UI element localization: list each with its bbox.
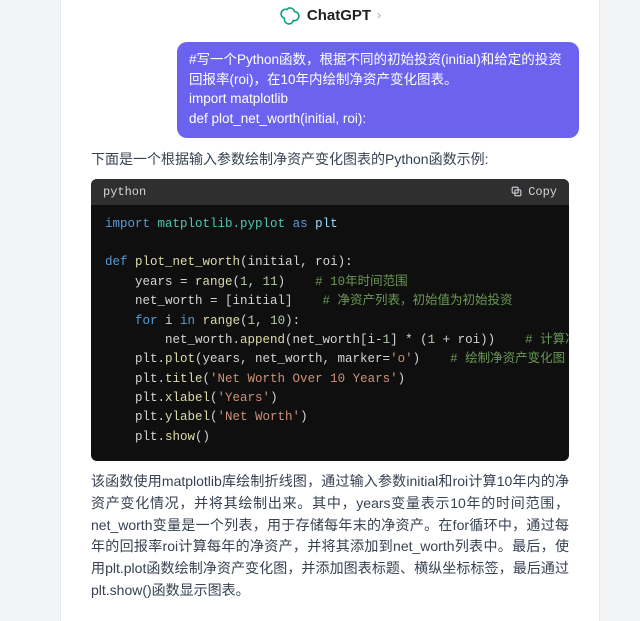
code-block: python Copy import matplotlib.pyplot as … — [91, 179, 569, 462]
chatgpt-logo-icon — [279, 4, 301, 26]
copy-button[interactable]: Copy — [510, 185, 557, 199]
chat-container: ChatGPT › #写一个Python函数，根据不同的初始投资(initial… — [60, 0, 600, 621]
user-message-line: #写一个Python函数，根据不同的初始投资(initial)和给定的投资回报率… — [189, 50, 567, 89]
user-message-bubble: #写一个Python函数，根据不同的初始投资(initial)和给定的投资回报率… — [177, 42, 579, 138]
copy-icon — [510, 185, 523, 198]
user-message-line: def plot_net_worth(initial, roi): — [189, 109, 567, 129]
code-block-header: python Copy — [91, 179, 569, 205]
assistant-intro-text: 下面是一个根据输入参数绘制净资产变化图表的Python函数示例: — [91, 148, 569, 170]
code-content[interactable]: import matplotlib.pyplot as plt def plot… — [91, 205, 569, 462]
copy-label: Copy — [528, 185, 557, 199]
assistant-explanation: 该函数使用matplotlib库绘制折线图，通过输入参数initial和roi计… — [91, 471, 569, 601]
code-language-label: python — [103, 185, 146, 199]
user-message-line: import matplotlib — [189, 89, 567, 109]
model-title: ChatGPT — [307, 7, 371, 24]
chevron-right-icon: › — [377, 8, 381, 22]
model-header[interactable]: ChatGPT › — [61, 0, 599, 34]
